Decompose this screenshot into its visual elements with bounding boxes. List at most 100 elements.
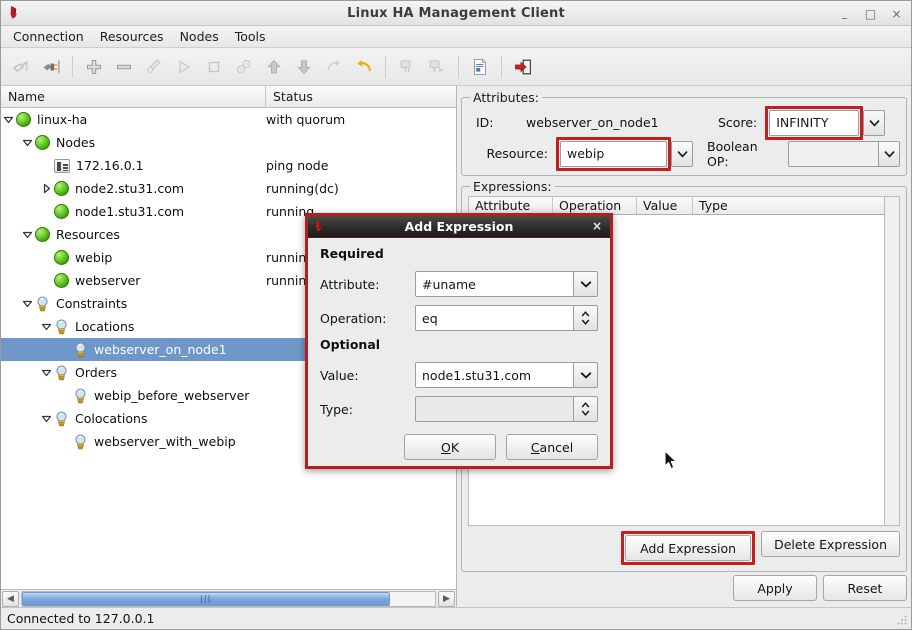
- scroll-thumb[interactable]: |||: [22, 591, 390, 606]
- operation-input[interactable]: eq: [415, 305, 574, 331]
- type-spinner[interactable]: [415, 396, 598, 422]
- type-input[interactable]: [415, 396, 574, 422]
- tree-row-label: node2.stu31.com: [75, 181, 185, 196]
- ok-accel: O: [440, 439, 451, 455]
- attribute-dropdown[interactable]: #uname: [415, 271, 598, 297]
- required-section-label: Required: [320, 246, 384, 261]
- lightbulb-icon: [54, 365, 69, 381]
- expander-collapse-icon[interactable]: [39, 319, 54, 334]
- resize-grip-icon[interactable]: [896, 614, 908, 626]
- boolean-op-label: Boolean OP:: [707, 138, 758, 169]
- cib-document-icon[interactable]: [466, 53, 494, 81]
- chevron-down-icon[interactable]: [671, 140, 694, 167]
- add-expression-button[interactable]: Add Expression: [625, 535, 752, 561]
- expander-collapse-icon[interactable]: [20, 135, 35, 150]
- column-value[interactable]: Value: [637, 197, 693, 214]
- chevron-down-icon[interactable]: [574, 362, 598, 388]
- connect-plug-icon[interactable]: [37, 53, 65, 81]
- minimize-button[interactable]: –: [838, 12, 851, 24]
- tree-row-name-cell: Locations: [1, 319, 266, 335]
- application-window: Linux HA Management Client – □ × Connect…: [0, 0, 912, 630]
- tree-row[interactable]: 172.16.0.1 ping node: [1, 154, 456, 177]
- score-dropdown[interactable]: [863, 109, 886, 136]
- spinner-updown-icon[interactable]: [574, 305, 598, 331]
- resource-dropdown[interactable]: [671, 140, 694, 167]
- cancel-rest: ancel: [539, 439, 574, 455]
- app-logo-icon: [7, 4, 25, 22]
- tree-column-status[interactable]: Status: [266, 86, 456, 107]
- undo-arrow-icon[interactable]: [350, 53, 378, 81]
- dialog-button-row: OK Cancel: [320, 434, 598, 460]
- dialog-title: Add Expression: [404, 219, 514, 234]
- expressions-vertical-scrollbar[interactable]: [885, 196, 900, 526]
- maximize-button[interactable]: □: [864, 8, 877, 20]
- score-input[interactable]: INFINITY: [769, 109, 860, 136]
- column-attribute[interactable]: Attribute: [469, 197, 553, 214]
- tree-row-label: webserver_on_node1: [94, 342, 227, 357]
- close-button[interactable]: ×: [890, 8, 903, 20]
- chevron-down-icon[interactable]: [863, 109, 886, 136]
- expander-collapse-icon[interactable]: [20, 227, 35, 242]
- boolean-op-input[interactable]: [787, 140, 878, 167]
- value-input[interactable]: node1.stu31.com: [415, 362, 574, 388]
- expander-collapse-icon[interactable]: [39, 365, 54, 380]
- chevron-down-icon[interactable]: [878, 140, 900, 167]
- tree-row-label: webserver: [75, 273, 141, 288]
- tree-row-label: Colocations: [75, 411, 148, 426]
- expander-expand-icon[interactable]: [39, 181, 54, 196]
- activate-node-icon: [423, 53, 451, 81]
- menu-resources[interactable]: Resources: [92, 27, 172, 46]
- apply-button[interactable]: Apply: [733, 575, 817, 601]
- expander-placeholder: [58, 434, 73, 449]
- tree-row[interactable]: Nodes: [1, 131, 456, 154]
- tree-row[interactable]: linux-ha with quorum: [1, 108, 456, 131]
- column-type[interactable]: Type: [693, 197, 884, 214]
- expander-collapse-icon[interactable]: [1, 112, 16, 127]
- boolean-op-dropdown[interactable]: [787, 140, 900, 167]
- resource-input[interactable]: webip: [560, 140, 668, 167]
- tree-column-name[interactable]: Name: [1, 86, 266, 107]
- title-bar: Linux HA Management Client – □ ×: [1, 1, 911, 26]
- scroll-left-arrow-icon[interactable]: ◀: [2, 590, 19, 607]
- exit-door-icon[interactable]: [509, 53, 537, 81]
- tree-row-label: node1.stu31.com: [75, 204, 185, 219]
- tree-row-label: Orders: [75, 365, 118, 380]
- attributes-group: Attributes: ID: webserver_on_node1 Score…: [461, 90, 907, 176]
- expander-placeholder: [39, 204, 54, 219]
- lightbulb-icon: [35, 296, 50, 312]
- operation-spinner[interactable]: eq: [415, 305, 598, 331]
- scroll-track[interactable]: |||: [21, 590, 436, 607]
- menu-connection[interactable]: Connection: [5, 27, 92, 46]
- expander-placeholder: [39, 250, 54, 265]
- tree-row[interactable]: node2.stu31.com running(dc): [1, 177, 456, 200]
- chevron-down-icon[interactable]: [574, 271, 598, 297]
- ok-button[interactable]: OK: [404, 434, 496, 460]
- toolbar-separator-4: [501, 55, 502, 78]
- tree-row-name-cell: webserver_on_node1: [1, 342, 266, 358]
- move-up-arrow-icon[interactable]: [260, 53, 288, 81]
- tree-row-status-cell: ping node: [266, 158, 329, 173]
- expander-collapse-icon[interactable]: [39, 411, 54, 426]
- reset-button[interactable]: Reset: [823, 575, 907, 601]
- spinner-updown-icon[interactable]: [574, 396, 598, 422]
- column-operation[interactable]: Operation: [553, 197, 637, 214]
- expander-collapse-icon[interactable]: [20, 296, 35, 311]
- tree-row-label: Resources: [56, 227, 120, 242]
- scroll-right-arrow-icon[interactable]: ▶: [438, 590, 455, 607]
- expander-placeholder: [39, 158, 54, 173]
- remove-minus-icon[interactable]: [110, 53, 138, 81]
- menu-nodes[interactable]: Nodes: [172, 27, 227, 46]
- value-dropdown[interactable]: node1.stu31.com: [415, 362, 598, 388]
- attribute-input[interactable]: #uname: [415, 271, 574, 297]
- toolbar-separator-2: [385, 55, 386, 78]
- delete-expression-button[interactable]: Delete Expression: [761, 531, 900, 557]
- score-label: Score:: [718, 115, 758, 130]
- tree-horizontal-scrollbar[interactable]: ◀ ||| ▶: [1, 589, 456, 607]
- window-controls: – □ ×: [838, 1, 903, 26]
- status-bar: Connected to 127.0.0.1: [1, 607, 911, 629]
- dialog-close-icon[interactable]: ×: [592, 219, 602, 233]
- menu-tools[interactable]: Tools: [227, 27, 274, 46]
- cancel-button[interactable]: Cancel: [506, 434, 598, 460]
- add-plus-icon[interactable]: [80, 53, 108, 81]
- move-down-arrow-icon[interactable]: [290, 53, 318, 81]
